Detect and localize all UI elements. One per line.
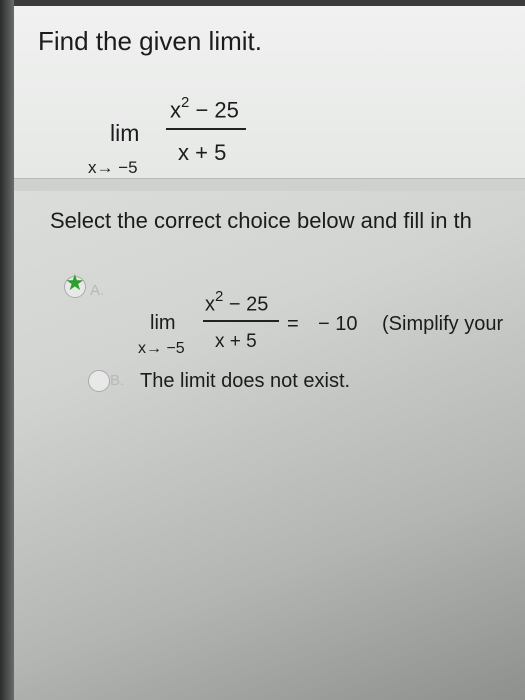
choice-a-denominator: x + 5	[215, 331, 257, 352]
choice-a-numerator: x2 − 25	[205, 288, 269, 317]
choice-a-numerator-base: x	[205, 293, 215, 316]
question-numerator: x2 − 25	[170, 94, 239, 123]
choice-a-limit-subscript: x→ −5	[138, 340, 185, 357]
question-denominator: x + 5	[178, 140, 227, 165]
answer-panel	[14, 190, 525, 700]
choice-a-answer-value[interactable]: − 10	[318, 313, 357, 336]
star-icon: ★	[65, 270, 85, 295]
choice-b-letter: B.	[110, 372, 125, 389]
numerator-rest: − 25	[189, 97, 239, 123]
numerator-exponent: 2	[181, 94, 190, 111]
choice-a-letter: A.	[90, 282, 105, 299]
choice-a-equals: =	[287, 313, 299, 335]
screen-left-edge	[0, 0, 14, 700]
choice-a-numerator-rest: − 25	[223, 293, 269, 316]
choice-a-limit-word: lim	[150, 312, 176, 334]
numerator-base: x	[170, 97, 181, 123]
choice-b-text: The limit does not exist.	[140, 370, 351, 392]
limit-word: lim	[110, 120, 140, 146]
question-fraction-bar	[166, 128, 246, 130]
choice-a-numerator-exponent: 2	[215, 288, 224, 305]
limit-subscript: x→ −5	[88, 158, 138, 177]
choice-prompt: Select the correct choice below and fill…	[50, 208, 472, 233]
choice-a-fraction-bar	[203, 320, 279, 322]
choice-a-hint: (Simplify your	[382, 313, 504, 335]
choice-b-radio[interactable]	[88, 370, 110, 392]
question-title: Find the given limit.	[38, 26, 262, 56]
